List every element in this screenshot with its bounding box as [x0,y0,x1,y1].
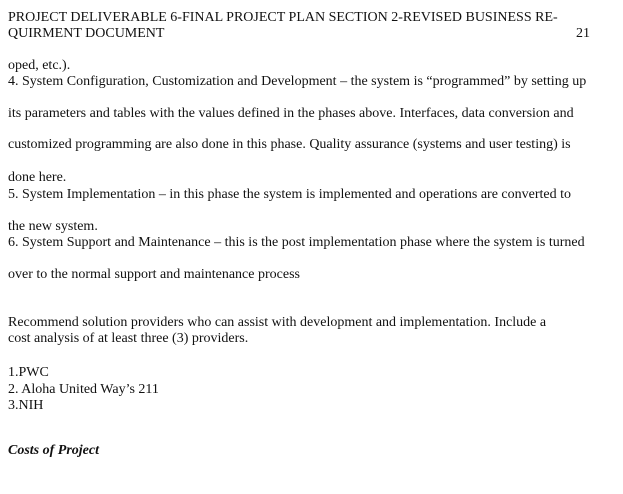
costs-heading: Costs of Project [8,443,99,458]
body-line: 4. System Configuration, Customization a… [8,74,587,89]
body-line: done here. [8,170,67,185]
running-header: PROJECT DELIVERABLE 6-FINAL PROJECT PLAN… [8,10,590,42]
recommend-paragraph-line: cost analysis of at least three (3) prov… [8,331,249,346]
page-number: 21 [576,26,590,41]
provider-item: 2. Aloha United Way’s 211 [8,382,159,397]
body-line: 5. System Implementation – in this phase… [8,187,571,202]
body-line: customized programming are also done in … [8,137,571,152]
body-line: the new system. [8,219,98,234]
provider-item: 1.PWC [8,365,49,380]
body-line: 6. System Support and Maintenance – this… [8,235,585,250]
body-line: oped, etc.). [8,58,71,73]
provider-item: 3.NIH [8,398,44,413]
header-title: PROJECT DELIVERABLE 6-FINAL PROJECT PLAN… [8,10,558,41]
recommend-paragraph-line: Recommend solution providers who can ass… [8,315,547,330]
body-line: over to the normal support and maintenan… [8,267,300,282]
body-line: its parameters and tables with the value… [8,106,574,121]
